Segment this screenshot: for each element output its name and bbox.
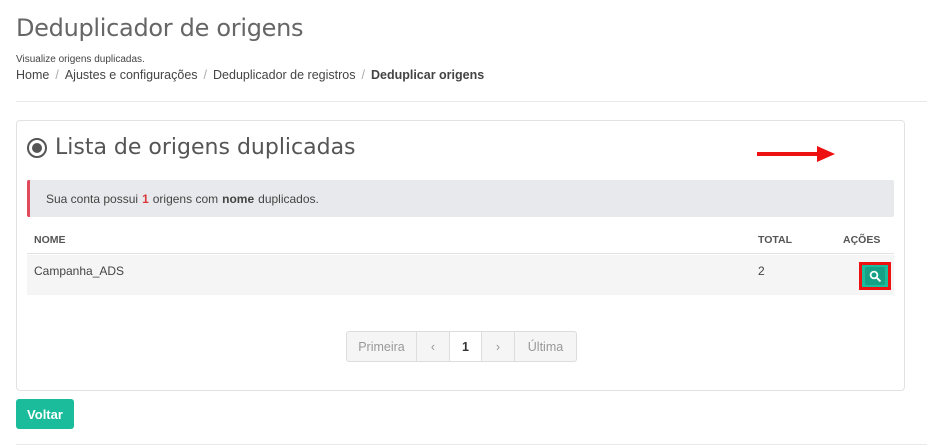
- panel-title-text: Lista de origens duplicadas: [55, 135, 356, 160]
- back-button[interactable]: Voltar: [16, 399, 74, 429]
- breadcrumb-settings[interactable]: Ajustes e configurações: [65, 68, 198, 82]
- cell-nome: Campanha_ADS: [34, 264, 125, 278]
- breadcrumb-deduplicator[interactable]: Deduplicador de registros: [213, 68, 355, 82]
- breadcrumb-separator: /: [55, 68, 59, 82]
- footer-divider: [16, 444, 927, 445]
- breadcrumb-separator: /: [361, 68, 365, 82]
- alert-suffix: duplicados.: [258, 191, 319, 206]
- pagination-last[interactable]: Última: [515, 332, 576, 361]
- pagination-current-page[interactable]: 1: [450, 332, 482, 361]
- alert-count: 1: [142, 191, 149, 206]
- header-divider: [16, 101, 927, 102]
- view-duplicates-button[interactable]: [859, 262, 891, 290]
- radio-dot-icon: [27, 137, 47, 158]
- table-row: Campanha_ADS 2: [27, 255, 894, 295]
- page-title: Deduplicador de origens: [16, 14, 304, 42]
- table-header: NOME TOTAL AÇÕES: [27, 227, 894, 254]
- cell-total: 2: [758, 264, 765, 278]
- pagination-prev[interactable]: ‹: [417, 332, 450, 361]
- search-icon: [865, 267, 885, 285]
- breadcrumb-current: Deduplicar origens: [370, 68, 485, 82]
- column-header-acoes: AÇÕES: [843, 234, 881, 246]
- duplicates-alert: Sua conta possui 1 origens com nome dupl…: [27, 180, 894, 217]
- page-subtitle: Visualize origens duplicadas.: [16, 54, 145, 65]
- alert-prefix: Sua conta possui: [46, 191, 139, 206]
- column-header-nome: NOME: [34, 234, 66, 246]
- annotation-arrow-icon: [757, 146, 835, 162]
- breadcrumb-separator: /: [203, 68, 208, 82]
- breadcrumb: Home / Ajustes e configurações / Dedupli…: [16, 68, 484, 82]
- alert-middle: origens com: [152, 191, 219, 206]
- column-header-total: TOTAL: [758, 234, 793, 246]
- pagination-next[interactable]: ›: [482, 332, 515, 361]
- pagination-first[interactable]: Primeira: [347, 332, 417, 361]
- breadcrumb-home[interactable]: Home: [16, 68, 49, 82]
- panel-title: Lista de origens duplicadas: [27, 135, 356, 160]
- alert-field: nome: [222, 191, 255, 206]
- pagination: Primeira ‹ 1 › Última: [346, 331, 577, 362]
